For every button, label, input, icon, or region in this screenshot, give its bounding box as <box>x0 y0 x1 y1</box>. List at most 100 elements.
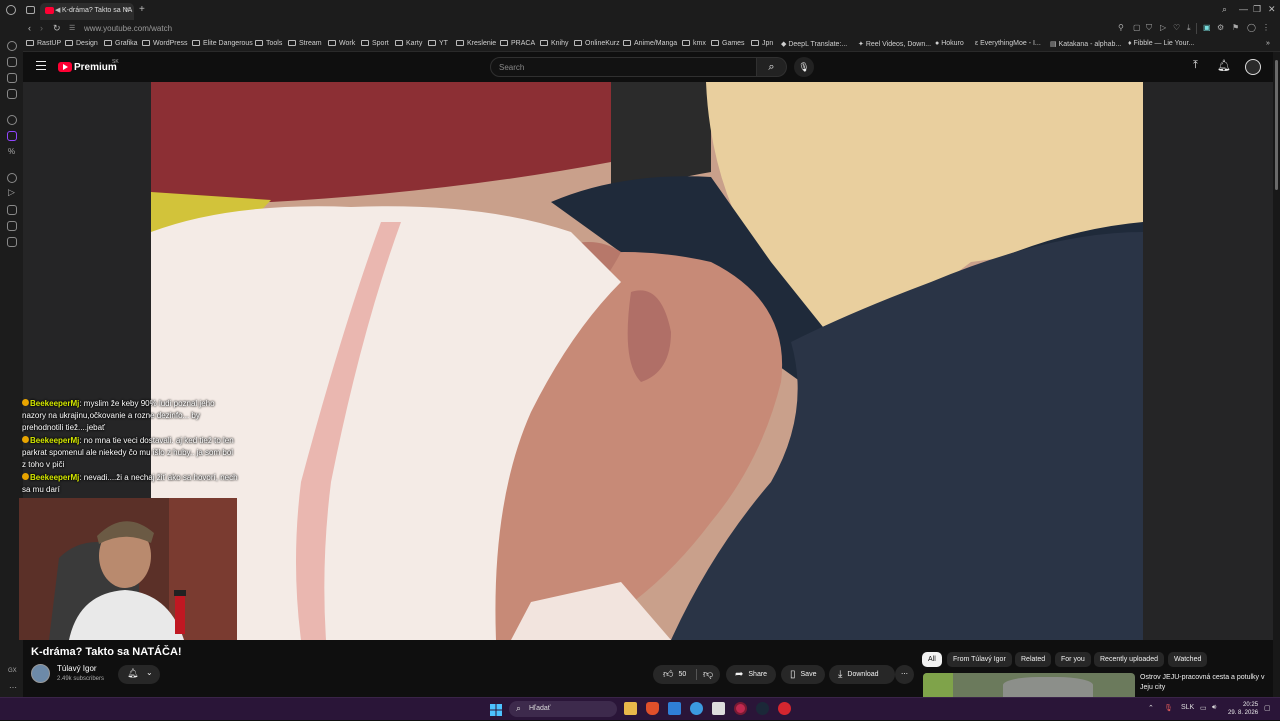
menu-icon[interactable] <box>36 61 46 70</box>
browser-menu-icon[interactable]: ⋮ <box>1262 23 1270 32</box>
tab-list-icon[interactable] <box>26 6 35 14</box>
bookmark-item[interactable]: Design <box>65 40 98 47</box>
screenshot-icon[interactable]: ▢ <box>1133 23 1141 32</box>
windows-start-icon[interactable] <box>490 703 502 716</box>
sidebar-play-icon[interactable]: ▷ <box>8 187 15 198</box>
new-tab-icon[interactable]: + <box>139 4 145 15</box>
sidebar-clock-icon[interactable] <box>7 173 17 183</box>
bookmark-item[interactable]: Stream <box>288 40 322 47</box>
sidebar-notes-icon[interactable] <box>7 89 17 99</box>
bookmark-item[interactable]: ♦ Fibble — Lie Your... <box>1128 40 1194 47</box>
more-actions-button[interactable]: ⋯ <box>895 665 914 684</box>
scrollbar-thumb[interactable] <box>1275 60 1278 190</box>
page-scrollbar[interactable] <box>1273 52 1280 697</box>
bookmark-item[interactable]: YT <box>428 40 448 47</box>
bookmark-item[interactable]: Knihy <box>540 40 569 47</box>
browser-logo-icon[interactable] <box>6 5 16 15</box>
bookmark-item[interactable]: ▤ Katakana - alphab... <box>1050 40 1121 48</box>
search-tabs-icon[interactable]: ⌕ <box>1222 4 1227 15</box>
url-text[interactable]: www.youtube.com/watch <box>84 24 172 33</box>
language-indicator[interactable]: SLK <box>1181 704 1194 711</box>
chip-for-you[interactable]: For you <box>1055 652 1091 667</box>
bookmark-item[interactable]: Karty <box>395 40 422 47</box>
download-button[interactable]: ⤓ Download <box>829 665 895 684</box>
search-button[interactable]: ⌕ <box>757 57 787 77</box>
download-icon[interactable]: ⤓ <box>1187 23 1191 33</box>
volume-icon[interactable]: 🔊︎ <box>1212 704 1216 712</box>
app-icon[interactable] <box>778 702 791 715</box>
voice-search-button[interactable]: 🎙︎ <box>794 57 814 77</box>
share-button[interactable]: ➦ Share <box>726 665 776 684</box>
speaker-icon[interactable]: ◀ <box>55 6 60 14</box>
back-icon[interactable]: ‹ <box>28 23 31 33</box>
sidebar-mascot-icon[interactable] <box>7 221 17 231</box>
bookmark-item[interactable]: WordPress <box>142 40 188 47</box>
channel-name[interactable]: Túlavý Igor <box>57 664 97 673</box>
sidebar-twitch-icon[interactable] <box>7 131 17 141</box>
site-info-icon[interactable]: ☰ <box>69 24 75 32</box>
maximize-icon[interactable]: ❐ <box>1253 4 1261 15</box>
steam-icon[interactable] <box>756 702 769 715</box>
sidebar-home-icon[interactable] <box>7 41 17 51</box>
logo-text[interactable]: Premium <box>74 62 117 73</box>
edge-icon[interactable] <box>690 702 703 715</box>
tray-microphone-icon[interactable]: 🎙︎ <box>1164 704 1173 712</box>
bookmark-item[interactable]: Grafika <box>104 40 138 47</box>
extension-puzzle-icon[interactable]: ▣ <box>1203 23 1211 32</box>
youtube-logo-icon[interactable] <box>58 62 72 72</box>
sidebar-bookmarks-icon[interactable] <box>7 57 17 67</box>
extension-icon[interactable]: ⚲ <box>1118 23 1124 32</box>
sidebar-percent-icon[interactable]: % <box>8 147 15 156</box>
reload-icon[interactable]: ↻ <box>53 23 61 34</box>
bookmark-item[interactable]: RastUP <box>26 40 61 47</box>
bookmark-item[interactable]: OnlineKurz <box>574 40 620 47</box>
user-avatar[interactable] <box>1245 59 1261 75</box>
bookmark-item[interactable]: PRACA <box>500 40 535 47</box>
bookmark-item[interactable]: Sport <box>361 40 389 47</box>
sidebar-gx-label[interactable]: GX <box>8 668 17 674</box>
recommended-video-thumbnail[interactable] <box>923 673 1135 697</box>
close-window-icon[interactable]: ✕ <box>1268 4 1276 15</box>
notifications-bell-icon[interactable]: 🔔︎ <box>1217 59 1231 72</box>
brave-browser-icon[interactable] <box>646 702 659 715</box>
shield-icon[interactable]: ⛉ <box>1146 23 1152 33</box>
bookmark-item[interactable]: Jpn <box>751 40 773 47</box>
chip-from-channel[interactable]: From Túlavý Igor <box>947 652 1012 667</box>
tab-active[interactable]: ◀ K-dráma? Takto sa NA ✕ <box>40 3 134 20</box>
bookmark-item[interactable]: Games <box>711 40 745 47</box>
play-icon[interactable]: ▷ <box>1160 23 1166 32</box>
sidebar-more-icon[interactable]: ⋯ <box>9 683 17 692</box>
chip-related[interactable]: Related <box>1015 652 1052 667</box>
sidebar-history-icon[interactable] <box>7 73 17 83</box>
settings-icon[interactable]: ⚙ <box>1217 23 1224 32</box>
photos-icon[interactable] <box>668 702 681 715</box>
bookmarks-overflow-icon[interactable]: » <box>1266 40 1270 47</box>
bookmark-item[interactable]: ◆ DeepL Translate:... <box>781 40 847 48</box>
search-input[interactable]: Search <box>490 57 757 77</box>
subscription-bell-button[interactable]: 🔔︎ ⌄ <box>118 665 160 684</box>
notification-center-icon[interactable]: ▢ <box>1264 704 1271 712</box>
taskbar-search-input[interactable]: ⌕ Hľadať <box>509 701 617 717</box>
bookmark-item[interactable]: Kreslenie <box>456 40 496 47</box>
bookmark-item[interactable]: ✦ Reel Videos, Down... <box>858 40 931 48</box>
upload-icon[interactable]: ⤒ <box>1193 59 1198 72</box>
account-icon[interactable]: ◯ <box>1247 23 1256 32</box>
chip-watched[interactable]: Watched <box>1168 652 1208 667</box>
opera-gx-icon[interactable] <box>734 702 747 715</box>
sidebar-map-icon[interactable] <box>7 205 17 215</box>
calendar-icon[interactable] <box>712 702 725 715</box>
bookmark-item[interactable]: ● Hokuro <box>935 40 964 47</box>
minimize-icon[interactable]: — <box>1239 4 1248 14</box>
chip-recently-uploaded[interactable]: Recently uploaded <box>1094 652 1164 667</box>
heart-icon[interactable]: ♡ <box>1173 23 1180 32</box>
sidebar-chatgpt-icon[interactable] <box>7 115 17 125</box>
like-count[interactable]: 50 <box>678 671 686 678</box>
bookmark-item[interactable]: Work <box>328 40 355 47</box>
bookmark-item[interactable]: Anime/Manga <box>623 40 677 47</box>
dislike-icon[interactable]: 👎︎ <box>703 665 713 684</box>
bookmark-item[interactable]: Elite Dangerous <box>192 40 253 47</box>
like-icon[interactable]: 👍︎ <box>663 669 673 680</box>
bookmark-item[interactable]: Tools <box>255 40 282 47</box>
recommended-video-title[interactable]: Ostrov JEJU-pracovná cesta a potulky v J… <box>1140 673 1270 693</box>
file-explorer-icon[interactable] <box>624 702 637 715</box>
